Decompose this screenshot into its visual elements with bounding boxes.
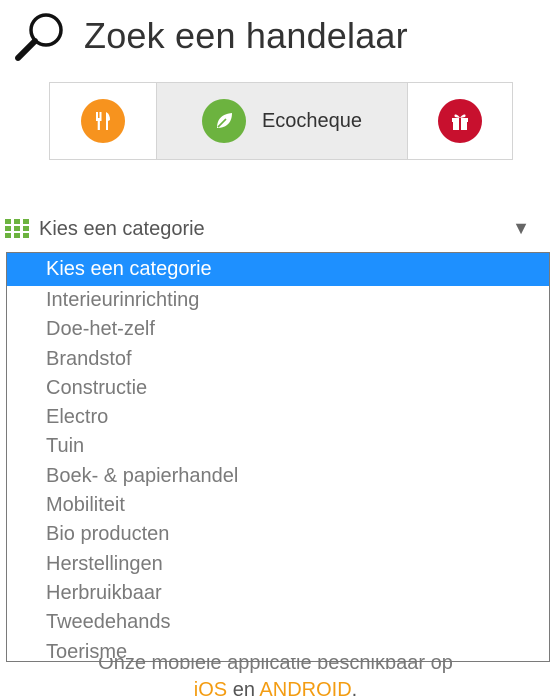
gift-icon [438, 99, 482, 143]
tab-ecocheque-label: Ecocheque [261, 109, 363, 132]
category-option[interactable]: Doe-het-zelf [7, 315, 549, 344]
voucher-tabs: Ecocheque [49, 82, 513, 160]
tab-gift-voucher[interactable] [407, 83, 512, 159]
category-option[interactable]: Tuin [7, 432, 549, 461]
footer-links: iOS en ANDROID. [0, 679, 551, 700]
category-dropdown-list[interactable]: Kies een categorie Interieurinrichting D… [6, 252, 550, 662]
search-icon[interactable] [12, 8, 70, 64]
category-option[interactable]: Herbruikbaar [7, 579, 549, 608]
category-select[interactable]: Kies een categorie ▼ [5, 212, 542, 246]
grid-icon [5, 219, 29, 238]
tab-ecocheque[interactable]: Ecocheque [156, 83, 407, 159]
category-option[interactable]: Tweedehands [7, 608, 549, 637]
category-select-value: Kies een categorie [39, 217, 205, 240]
footer-connector: en [232, 679, 255, 700]
footer-text: Onze mobiele applicatie beschikbaar op [98, 658, 453, 674]
app-availability-footer: Onze mobiele applicatie beschikbaar op i… [0, 658, 551, 700]
chevron-down-icon[interactable]: ▼ [512, 218, 530, 239]
footer-period: . [351, 679, 358, 700]
ios-link[interactable]: iOS [194, 679, 227, 700]
category-option[interactable]: Brandstof [7, 345, 549, 374]
category-option[interactable]: Electro [7, 403, 549, 432]
android-link[interactable]: ANDROID [259, 679, 351, 700]
page-title: Zoek een handelaar [84, 15, 408, 56]
tab-meal-voucher[interactable] [50, 83, 156, 159]
category-option[interactable]: Interieurinrichting [7, 286, 549, 315]
page-header: Zoek een handelaar [12, 8, 408, 64]
category-option[interactable]: Mobiliteit [7, 491, 549, 520]
leaf-icon [201, 99, 246, 143]
category-option[interactable]: Constructie [7, 374, 549, 403]
category-option[interactable]: Boek- & papierhandel [7, 462, 549, 491]
fork-knife-icon [81, 99, 125, 143]
category-option[interactable]: Kies een categorie [7, 253, 549, 286]
category-option[interactable]: Herstellingen [7, 550, 549, 579]
category-option[interactable]: Bio producten [7, 520, 549, 549]
